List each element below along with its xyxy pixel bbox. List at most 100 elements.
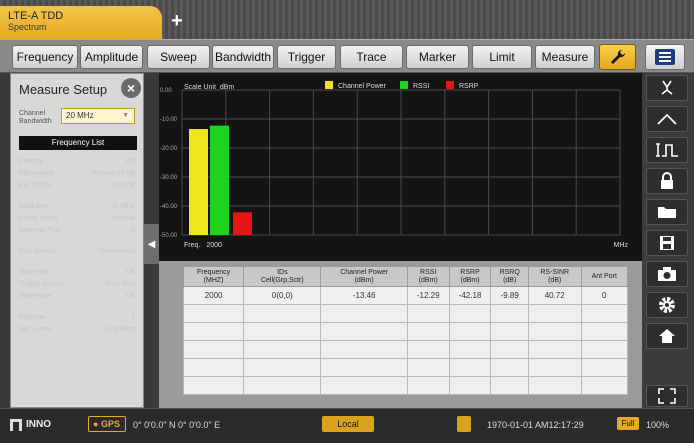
menu-trace-button[interactable]: Trace xyxy=(340,45,403,69)
brand-text: INNO xyxy=(26,419,51,430)
gps-coordinates: 0° 0'0.0" N 0° 0'0.0" E xyxy=(133,420,221,430)
close-icon[interactable]: × xyxy=(121,78,141,98)
table-row[interactable] xyxy=(182,358,628,377)
table-cell xyxy=(527,358,582,377)
local-badge[interactable]: Local xyxy=(322,416,374,432)
setting-value: Continuous xyxy=(99,248,135,255)
table-cell xyxy=(243,340,322,359)
table-cell xyxy=(320,376,408,395)
setting-value: 0.00 dB xyxy=(110,182,135,189)
table-cell xyxy=(490,322,529,341)
y-tick-label: 0.00 xyxy=(160,88,172,94)
alert-icon[interactable] xyxy=(457,416,471,432)
setting-label: Preamp xyxy=(19,158,44,165)
column-header: RSSI (dBm) xyxy=(406,266,450,287)
settings-icon[interactable] xyxy=(646,292,688,318)
table-cell xyxy=(580,358,628,377)
table-cell xyxy=(490,304,529,323)
menu-list-icon[interactable] xyxy=(645,44,685,70)
setting-value: Off xyxy=(125,293,135,300)
table-cell xyxy=(320,358,408,377)
y-tick-label: -30.00 xyxy=(160,175,178,181)
setting-value: Manual 10 dB xyxy=(91,170,135,177)
peak-icon[interactable] xyxy=(646,106,688,132)
setting-value: 20 MHz xyxy=(110,203,135,210)
bandwidth-select[interactable]: 20 MHz ▼ xyxy=(61,108,135,124)
setting-label: Reference xyxy=(19,293,52,300)
table-cell xyxy=(448,304,492,323)
folder-icon[interactable] xyxy=(646,199,688,225)
setting-row: Ref. Level 0.00 dBm xyxy=(19,326,135,337)
bar-channel-power xyxy=(189,129,208,235)
table-cell xyxy=(243,322,322,341)
table-cell xyxy=(182,376,245,395)
setting-row: Antenna 1 xyxy=(19,314,135,325)
menu-amplitude-button[interactable]: Amplitude xyxy=(80,45,143,69)
table-row[interactable]: 2000 0(0,0) -13.46 -12.29 -42.18 -9.89 40.72 0 xyxy=(182,286,628,305)
setting-label: Ext. Offset xyxy=(19,182,52,189)
table-cell xyxy=(182,304,245,323)
setting-value: Off xyxy=(125,158,135,165)
table-cell: -13.46 xyxy=(320,286,408,305)
camera-icon[interactable] xyxy=(646,261,688,287)
table-cell xyxy=(580,340,628,359)
frequency-list-button[interactable]: Frequency List xyxy=(19,136,137,150)
table-cell xyxy=(243,376,322,395)
table-cell xyxy=(527,322,582,341)
fullscreen-icon[interactable] xyxy=(646,385,688,407)
table-row[interactable] xyxy=(182,322,628,341)
menu-bandwidth-button[interactable]: Bandwidth xyxy=(212,45,274,69)
add-tab-button[interactable]: + xyxy=(171,11,183,31)
x-unit-label: MHz xyxy=(614,242,629,249)
table-cell xyxy=(320,340,408,359)
collapse-panel-button[interactable]: ◀ xyxy=(144,224,159,264)
wrench-icon[interactable] xyxy=(599,44,636,70)
table-cell xyxy=(490,358,529,377)
setting-row: Antenna Port 0 xyxy=(19,227,135,238)
save-icon[interactable] xyxy=(646,230,688,256)
table-cell xyxy=(580,376,628,395)
table-cell: -12.29 xyxy=(406,286,450,305)
home-icon[interactable] xyxy=(646,323,688,349)
mode-tab-title: LTE-A TDD xyxy=(8,10,64,22)
mode-tab[interactable]: LTE-A TDD Spectrum xyxy=(0,6,162,39)
setting-value: Free Run xyxy=(105,281,135,288)
y-tick-label: -40.00 xyxy=(160,204,178,210)
lock-icon[interactable] xyxy=(646,168,688,194)
table-cell xyxy=(490,376,529,395)
setting-label: Cyclic Prefix xyxy=(19,215,58,222)
table-cell xyxy=(527,304,582,323)
setting-value: Normal xyxy=(112,215,135,222)
table-cell xyxy=(320,304,408,323)
menu-frequency-button[interactable]: Frequency xyxy=(12,45,78,69)
menu-limit-button[interactable]: Limit xyxy=(472,45,532,69)
chevron-down-icon: ▼ xyxy=(122,112,129,119)
legend-label: RSRP xyxy=(459,83,479,90)
table-row[interactable] xyxy=(182,304,628,323)
setting-row: Cell Search Continuous xyxy=(19,248,135,259)
table-row[interactable] xyxy=(182,376,628,395)
setup-settings-list: Preamp Off Attenuation Manual 10 dB Ext. O… xyxy=(19,158,135,378)
setting-value: 0 xyxy=(131,227,135,234)
menu-marker-button[interactable]: Marker xyxy=(406,45,469,69)
menu-measure-button[interactable]: Measure xyxy=(535,45,595,69)
setting-label: Antenna xyxy=(19,314,46,321)
right-toolbar xyxy=(642,73,694,408)
measure-setup-panel: Measure Setup × Channel Bandwidth 20 MHz… xyxy=(10,73,144,408)
legend-label: RSSI xyxy=(413,83,429,90)
chevron-left-icon: ◀ xyxy=(147,238,156,250)
battery-icon: Full xyxy=(617,417,639,430)
column-header: RSRQ (dB) xyxy=(490,266,529,287)
menu-sweep-button[interactable]: Sweep xyxy=(147,45,210,69)
table-cell xyxy=(527,376,582,395)
battery-percent: 100% xyxy=(646,420,670,430)
pulse-icon[interactable] xyxy=(646,137,688,163)
antenna-icon[interactable] xyxy=(646,75,688,101)
table-cell xyxy=(406,340,450,359)
menu-bar: Frequency Amplitude Sweep Bandwidth Trig… xyxy=(0,39,694,73)
column-header: Channel Power (dBm) xyxy=(320,266,408,287)
table-row[interactable] xyxy=(182,340,628,359)
gps-badge[interactable]: ● GPS xyxy=(88,416,126,432)
menu-trigger-button[interactable]: Trigger xyxy=(277,45,336,69)
setting-row: Reference Off xyxy=(19,293,135,304)
